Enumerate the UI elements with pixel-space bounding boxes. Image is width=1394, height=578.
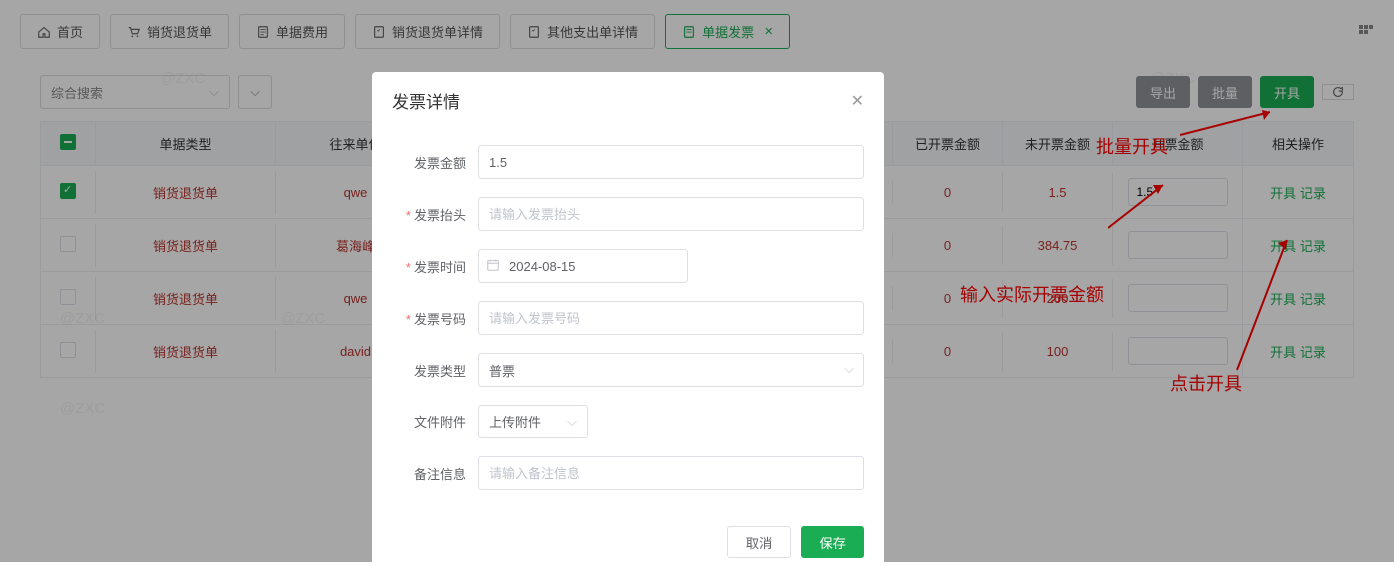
chevron-down-icon: ⌵ (567, 414, 577, 430)
label-time: 发票时间 (414, 260, 466, 275)
label-type: 发票类型 (392, 361, 478, 380)
label-file: 文件附件 (392, 412, 478, 431)
number-input[interactable] (478, 301, 864, 335)
label-header: 发票抬头 (414, 208, 466, 223)
header-input[interactable] (478, 197, 864, 231)
label-remark: 备注信息 (392, 464, 478, 483)
type-select[interactable] (478, 353, 864, 387)
upload-button[interactable]: 上传附件 ⌵ (478, 405, 588, 438)
label-number: 发票号码 (414, 312, 466, 327)
invoice-modal: 发票详情 ✕ 发票金额 *发票抬头 *发票时间 *发票号码 发票类型 (372, 72, 884, 578)
save-button[interactable]: 保存 (801, 526, 864, 558)
calendar-icon (486, 258, 500, 272)
modal-title: 发票详情 (392, 88, 460, 113)
remark-input[interactable] (478, 456, 864, 490)
upload-label: 上传附件 (489, 412, 541, 431)
close-icon[interactable]: ✕ (851, 91, 864, 111)
amount-input[interactable] (478, 145, 864, 179)
time-input[interactable] (478, 249, 688, 283)
label-amount: 发票金额 (392, 153, 478, 172)
cancel-button[interactable]: 取消 (727, 526, 792, 558)
